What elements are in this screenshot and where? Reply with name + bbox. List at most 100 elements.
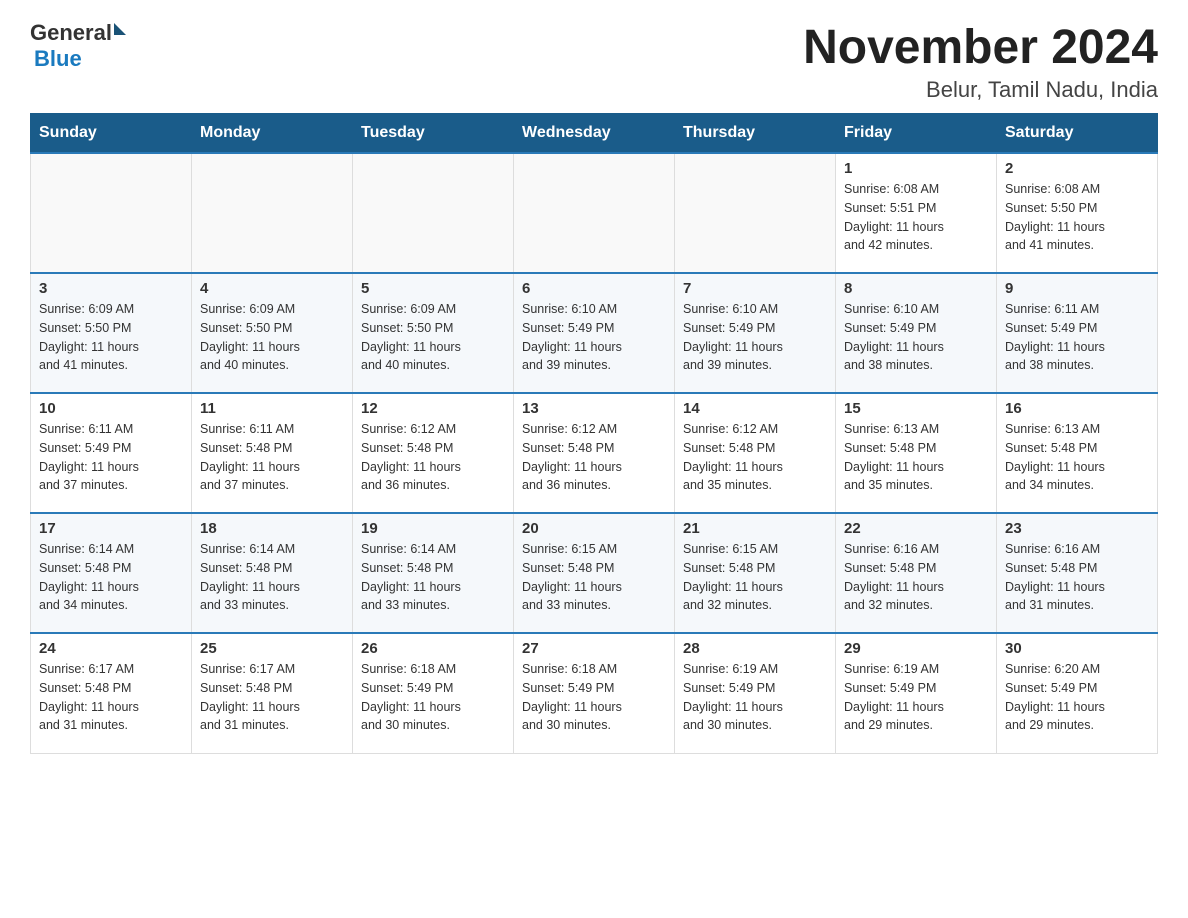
calendar-day-cell: 30 Sunrise: 6:20 AM Sunset: 5:49 PM Dayli… [997,633,1158,753]
header-wednesday: Wednesday [514,114,675,154]
day-info: Sunrise: 6:12 AM Sunset: 5:48 PM Dayligh… [683,420,827,495]
page-header: General Blue November 2024 Belur, Tamil … [30,20,1158,103]
day-info: Sunrise: 6:14 AM Sunset: 5:48 PM Dayligh… [361,540,505,615]
calendar-day-cell: 22 Sunrise: 6:16 AM Sunset: 5:48 PM Dayli… [836,513,997,633]
header-monday: Monday [192,114,353,154]
day-number: 30 [1005,640,1149,657]
day-info: Sunrise: 6:09 AM Sunset: 5:50 PM Dayligh… [200,300,344,375]
day-number: 22 [844,520,988,537]
calendar-day-cell: 21Sunrise: 6:15 AM Sunset: 5:48 PM Dayli… [675,513,836,633]
day-info: Sunrise: 6:08 AM Sunset: 5:50 PM Dayligh… [1005,180,1149,255]
header-tuesday: Tuesday [353,114,514,154]
day-info: Sunrise: 6:09 AM Sunset: 5:50 PM Dayligh… [39,300,183,375]
day-number: 16 [1005,400,1149,417]
day-info: Sunrise: 6:12 AM Sunset: 5:48 PM Dayligh… [522,420,666,495]
day-info: Sunrise: 6:12 AM Sunset: 5:48 PM Dayligh… [361,420,505,495]
day-number: 19 [361,520,505,537]
day-info: Sunrise: 6:08 AM Sunset: 5:51 PM Dayligh… [844,180,988,255]
day-number: 13 [522,400,666,417]
calendar-day-cell: 14 Sunrise: 6:12 AM Sunset: 5:48 PM Dayli… [675,393,836,513]
calendar-day-cell: 24 Sunrise: 6:17 AM Sunset: 5:48 PM Dayli… [31,633,192,753]
calendar-day-cell: 23 Sunrise: 6:16 AM Sunset: 5:48 PM Dayli… [997,513,1158,633]
day-number: 23 [1005,520,1149,537]
header-sunday: Sunday [31,114,192,154]
day-number: 1 [844,160,988,177]
logo: General Blue [30,20,126,72]
day-number: 10 [39,400,183,417]
day-info: Sunrise: 6:20 AM Sunset: 5:49 PM Dayligh… [1005,660,1149,735]
day-info: Sunrise: 6:15 AM Sunset: 5:48 PM Dayligh… [522,540,666,615]
day-info: Sunrise: 6:10 AM Sunset: 5:49 PM Dayligh… [844,300,988,375]
calendar-day-cell: 26Sunrise: 6:18 AM Sunset: 5:49 PM Dayli… [353,633,514,753]
calendar-day-cell: 3 Sunrise: 6:09 AM Sunset: 5:50 PM Daylig… [31,273,192,393]
calendar-day-cell: 9Sunrise: 6:11 AM Sunset: 5:49 PM Daylig… [997,273,1158,393]
calendar-day-cell: 16 Sunrise: 6:13 AM Sunset: 5:48 PM Dayli… [997,393,1158,513]
day-number: 27 [522,640,666,657]
calendar-day-cell: 10Sunrise: 6:11 AM Sunset: 5:49 PM Dayli… [31,393,192,513]
day-info: Sunrise: 6:19 AM Sunset: 5:49 PM Dayligh… [844,660,988,735]
day-info: Sunrise: 6:13 AM Sunset: 5:48 PM Dayligh… [1005,420,1149,495]
day-number: 15 [844,400,988,417]
day-number: 28 [683,640,827,657]
day-number: 11 [200,400,344,417]
day-info: Sunrise: 6:14 AM Sunset: 5:48 PM Dayligh… [200,540,344,615]
logo-general-text: General [30,20,112,46]
calendar-day-cell: 7 Sunrise: 6:10 AM Sunset: 5:49 PM Daylig… [675,273,836,393]
day-number: 7 [683,280,827,297]
calendar-day-cell [675,153,836,273]
header-friday: Friday [836,114,997,154]
day-number: 6 [522,280,666,297]
day-number: 3 [39,280,183,297]
calendar-table: Sunday Monday Tuesday Wednesday Thursday… [30,113,1158,754]
calendar-day-cell: 13 Sunrise: 6:12 AM Sunset: 5:48 PM Dayli… [514,393,675,513]
day-number: 18 [200,520,344,537]
calendar-day-cell: 12 Sunrise: 6:12 AM Sunset: 5:48 PM Dayli… [353,393,514,513]
calendar-subtitle: Belur, Tamil Nadu, India [803,77,1158,103]
day-number: 26 [361,640,505,657]
calendar-day-cell [353,153,514,273]
day-info: Sunrise: 6:16 AM Sunset: 5:48 PM Dayligh… [844,540,988,615]
calendar-day-cell: 5 Sunrise: 6:09 AM Sunset: 5:50 PM Daylig… [353,273,514,393]
calendar-day-cell: 20 Sunrise: 6:15 AM Sunset: 5:48 PM Dayli… [514,513,675,633]
day-number: 14 [683,400,827,417]
day-info: Sunrise: 6:16 AM Sunset: 5:48 PM Dayligh… [1005,540,1149,615]
calendar-day-cell [31,153,192,273]
day-number: 20 [522,520,666,537]
calendar-day-cell: 18 Sunrise: 6:14 AM Sunset: 5:48 PM Dayli… [192,513,353,633]
calendar-week-row: 1 Sunrise: 6:08 AM Sunset: 5:51 PM Daylig… [31,153,1158,273]
calendar-day-cell: 11 Sunrise: 6:11 AM Sunset: 5:48 PM Dayli… [192,393,353,513]
day-number: 9 [1005,280,1149,297]
calendar-week-row: 10Sunrise: 6:11 AM Sunset: 5:49 PM Dayli… [31,393,1158,513]
day-number: 24 [39,640,183,657]
calendar-day-cell: 2Sunrise: 6:08 AM Sunset: 5:50 PM Daylig… [997,153,1158,273]
day-info: Sunrise: 6:17 AM Sunset: 5:48 PM Dayligh… [39,660,183,735]
day-info: Sunrise: 6:11 AM Sunset: 5:48 PM Dayligh… [200,420,344,495]
day-info: Sunrise: 6:14 AM Sunset: 5:48 PM Dayligh… [39,540,183,615]
calendar-day-cell: 19 Sunrise: 6:14 AM Sunset: 5:48 PM Dayli… [353,513,514,633]
day-number: 25 [200,640,344,657]
calendar-day-cell: 25 Sunrise: 6:17 AM Sunset: 5:48 PM Dayli… [192,633,353,753]
header-saturday: Saturday [997,114,1158,154]
day-number: 8 [844,280,988,297]
calendar-day-cell: 27 Sunrise: 6:18 AM Sunset: 5:49 PM Dayli… [514,633,675,753]
logo-blue-text: Blue [34,46,126,72]
day-info: Sunrise: 6:17 AM Sunset: 5:48 PM Dayligh… [200,660,344,735]
day-number: 5 [361,280,505,297]
calendar-week-row: 3 Sunrise: 6:09 AM Sunset: 5:50 PM Daylig… [31,273,1158,393]
day-info: Sunrise: 6:10 AM Sunset: 5:49 PM Dayligh… [683,300,827,375]
calendar-day-cell [514,153,675,273]
calendar-day-cell: 1 Sunrise: 6:08 AM Sunset: 5:51 PM Daylig… [836,153,997,273]
day-info: Sunrise: 6:15 AM Sunset: 5:48 PM Dayligh… [683,540,827,615]
calendar-day-cell: 4 Sunrise: 6:09 AM Sunset: 5:50 PM Daylig… [192,273,353,393]
calendar-day-cell: 29Sunrise: 6:19 AM Sunset: 5:49 PM Dayli… [836,633,997,753]
header-thursday: Thursday [675,114,836,154]
day-number: 12 [361,400,505,417]
calendar-header-row: Sunday Monday Tuesday Wednesday Thursday… [31,114,1158,154]
calendar-day-cell: 28Sunrise: 6:19 AM Sunset: 5:49 PM Dayli… [675,633,836,753]
day-info: Sunrise: 6:18 AM Sunset: 5:49 PM Dayligh… [522,660,666,735]
day-info: Sunrise: 6:09 AM Sunset: 5:50 PM Dayligh… [361,300,505,375]
day-info: Sunrise: 6:10 AM Sunset: 5:49 PM Dayligh… [522,300,666,375]
calendar-week-row: 17Sunrise: 6:14 AM Sunset: 5:48 PM Dayli… [31,513,1158,633]
day-number: 4 [200,280,344,297]
calendar-day-cell: 15Sunrise: 6:13 AM Sunset: 5:48 PM Dayli… [836,393,997,513]
